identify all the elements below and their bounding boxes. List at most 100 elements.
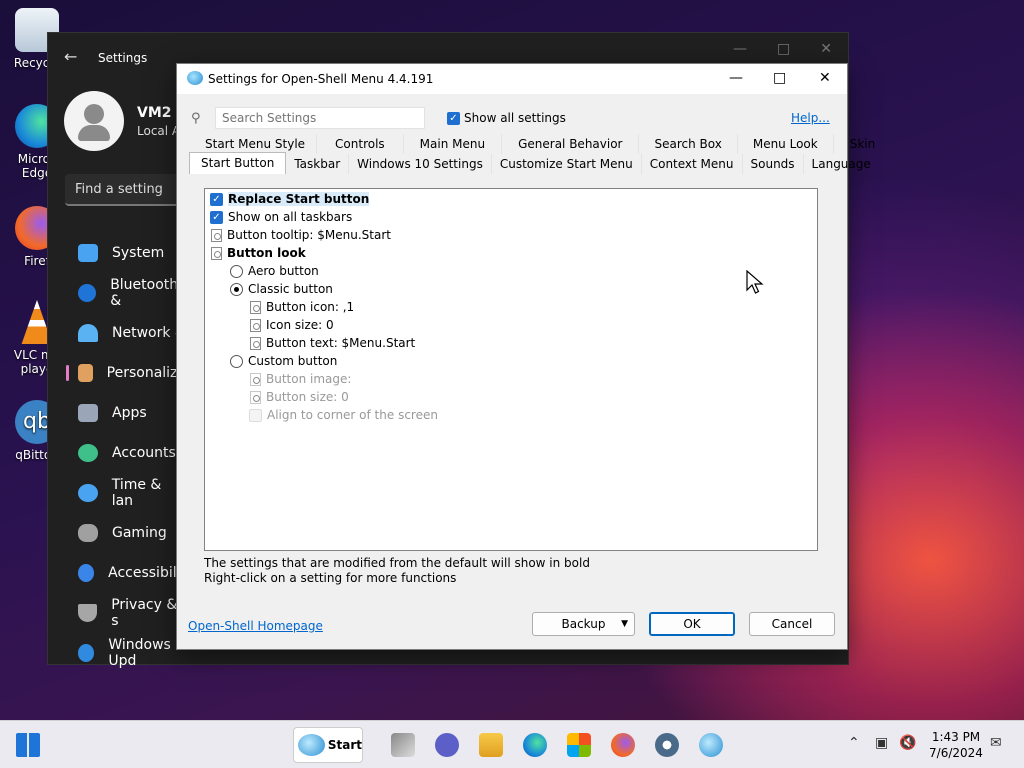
nav-label: Accessibilit	[108, 565, 186, 581]
volume-muted-icon[interactable]: 🔇	[899, 735, 916, 751]
tab-windows-10-settings[interactable]: Windows 10 Settings	[349, 154, 492, 174]
tab-skin[interactable]: Skin	[834, 134, 892, 154]
settings-window-title: Settings	[98, 51, 148, 65]
find-setting-input[interactable]: Find a setting	[65, 174, 185, 206]
tab-start-button[interactable]: Start Button	[189, 152, 287, 174]
nav-label: Bluetooth &	[110, 277, 179, 309]
tab-start-menu-style[interactable]: Start Menu Style	[194, 134, 318, 154]
checkbox-disabled-icon	[249, 408, 262, 422]
tab-sounds[interactable]: Sounds	[743, 154, 804, 174]
checkbox-checked-icon: ✓	[210, 210, 223, 224]
setting-label: Custom button	[248, 354, 338, 368]
backup-button[interactable]: Backup ▼	[532, 612, 635, 636]
setting-show-on-all-taskbars[interactable]: ✓ Show on all taskbars	[210, 208, 352, 226]
edge-icon[interactable]	[523, 733, 547, 757]
setting-custom-button[interactable]: Custom button	[230, 352, 337, 370]
setting-button-size: Button size: 0	[250, 388, 349, 406]
show-all-label: Show all settings	[464, 111, 566, 125]
wifi-icon	[78, 324, 98, 342]
tab-language[interactable]: Language	[804, 154, 879, 174]
tab-context-menu[interactable]: Context Menu	[642, 154, 743, 174]
nav-item-windows-update[interactable]: Windows Upd	[66, 633, 186, 673]
text-setting-icon	[250, 300, 261, 314]
minimize-icon[interactable]: —	[729, 70, 743, 86]
setting-align-to-corner: Align to corner of the screen	[249, 406, 438, 424]
ok-button[interactable]: OK	[649, 612, 735, 636]
avatar[interactable]	[64, 91, 124, 151]
nav-item-system[interactable]: System	[66, 233, 186, 273]
checkbox-checked-icon: ✓	[447, 111, 460, 125]
nav-item-privacy[interactable]: Privacy & s	[66, 593, 186, 633]
open-shell-settings-icon[interactable]	[699, 733, 723, 757]
nav-label: Apps	[112, 405, 147, 421]
close-icon[interactable]: ✕	[820, 41, 832, 57]
microsoft-store-icon[interactable]	[567, 733, 591, 757]
tab-menu-look[interactable]: Menu Look	[738, 134, 834, 154]
setting-label: Align to corner of the screen	[267, 408, 438, 422]
text-setting-icon	[211, 228, 222, 242]
update-icon	[78, 644, 95, 662]
show-all-settings-checkbox[interactable]: ✓ Show all settings	[447, 111, 566, 125]
open-shell-homepage-link[interactable]: Open-Shell Homepage	[188, 619, 323, 633]
file-explorer-icon[interactable]	[479, 733, 503, 757]
clock-date: 7/6/2024	[929, 746, 983, 760]
tab-general-behavior[interactable]: General Behavior	[502, 134, 640, 154]
nav-item-bluetooth[interactable]: Bluetooth &	[66, 273, 186, 313]
nav-item-accessibility[interactable]: Accessibilit	[66, 553, 186, 593]
notification-icon[interactable]: ✉	[990, 735, 1002, 751]
cancel-button[interactable]: Cancel	[749, 612, 835, 636]
bold-settings-note: The settings that are modified from the …	[204, 556, 590, 570]
search-settings-input[interactable]	[215, 107, 425, 129]
nav-item-gaming[interactable]: Gaming	[66, 513, 186, 553]
accounts-icon	[78, 444, 98, 462]
setting-label: Button size: 0	[266, 390, 349, 404]
open-shell-start-button[interactable]: Start	[293, 727, 363, 763]
minimize-icon[interactable]: —	[733, 41, 747, 57]
tab-controls[interactable]: Controls	[317, 134, 404, 154]
chevron-up-icon[interactable]: ⌃	[848, 735, 860, 751]
setting-aero-button[interactable]: Aero button	[230, 262, 319, 280]
maximize-icon[interactable]: □	[777, 41, 790, 57]
setting-classic-button[interactable]: Classic button	[230, 280, 333, 298]
task-view-icon[interactable]	[391, 733, 415, 757]
help-link[interactable]: Help...	[791, 111, 830, 125]
network-icon[interactable]: ▣	[875, 735, 888, 751]
nav-item-personalization[interactable]: Personaliza	[66, 353, 186, 393]
tab-main-menu[interactable]: Main Menu	[404, 134, 503, 154]
setting-label: Classic button	[248, 282, 333, 296]
nav-label: Accounts	[112, 445, 176, 461]
nav-item-network[interactable]: Network &	[66, 313, 186, 353]
setting-replace-start-button[interactable]: ✓ Replace Start button	[210, 190, 370, 208]
radio-unselected-icon	[230, 264, 243, 278]
user-name: VM2	[137, 105, 172, 121]
teams-chat-icon[interactable]	[435, 733, 459, 757]
nav-label: Gaming	[112, 525, 167, 541]
nav-item-time-language[interactable]: Time & lan	[66, 473, 186, 513]
setting-button-look[interactable]: Button look	[211, 244, 306, 262]
settings-gear-icon[interactable]	[655, 733, 679, 757]
setting-button-tooltip[interactable]: Button tooltip: $Menu.Start	[211, 226, 391, 244]
open-shell-settings-dialog: Settings for Open-Shell Menu 4.4.191 — □…	[176, 63, 875, 650]
nav-label: Personaliza	[106, 365, 186, 381]
setting-icon-size[interactable]: Icon size: 0	[250, 316, 334, 334]
text-setting-icon	[250, 390, 261, 404]
nav-item-apps[interactable]: Apps	[66, 393, 186, 433]
taskbar: Start ⌃ ▣ 🔇 1:43 PM 7/6/2024 ✉	[0, 720, 1024, 768]
setting-label: Aero button	[248, 264, 319, 278]
dialog-title-bar[interactable]: Settings for Open-Shell Menu 4.4.191 — □…	[177, 64, 847, 94]
nav-item-accounts[interactable]: Accounts	[66, 433, 186, 473]
firefox-icon[interactable]	[611, 733, 635, 757]
tab-customize-start-menu[interactable]: Customize Start Menu	[492, 154, 642, 174]
tab-taskbar[interactable]: Taskbar	[286, 154, 350, 174]
setting-button-icon[interactable]: Button icon: ,1	[250, 298, 354, 316]
text-setting-icon	[250, 372, 261, 386]
tab-search-box[interactable]: Search Box	[639, 134, 738, 154]
clock[interactable]: 1:43 PM 7/6/2024	[928, 729, 984, 761]
maximize-icon[interactable]: □	[773, 70, 786, 86]
close-icon[interactable]: ✕	[819, 70, 831, 86]
back-arrow-icon[interactable]: ←	[64, 47, 77, 66]
tabs-row-1: Start Menu Style Controls Main Menu Gene…	[194, 134, 891, 154]
windows-start-icon[interactable]	[16, 733, 40, 757]
dropdown-arrow-icon: ▼	[621, 619, 628, 629]
setting-button-text[interactable]: Button text: $Menu.Start	[250, 334, 415, 352]
